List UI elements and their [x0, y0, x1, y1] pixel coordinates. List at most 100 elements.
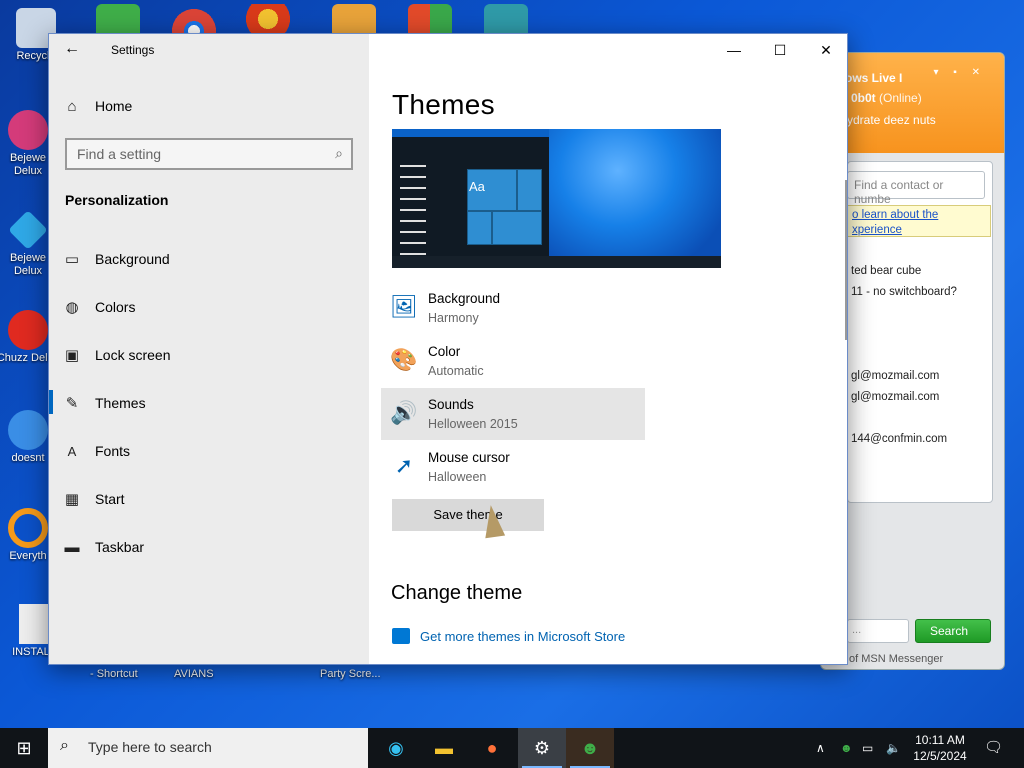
taskbar-app-edge[interactable]: ◉	[372, 728, 420, 768]
option-name: Sounds	[428, 397, 474, 412]
back-arrow-icon[interactable]: ←	[61, 38, 83, 60]
settings-window: ← Settings ⌂ Home Find a setting ⌕ Perso…	[48, 33, 848, 665]
msn-footer: of MSN Messenger	[849, 653, 944, 665]
taskbar-app-firefox[interactable]: ●	[468, 728, 516, 768]
store-link-label: Get more themes in Microsoft Store	[420, 628, 626, 644]
chuzzle-icon	[8, 310, 48, 350]
bejeweled-2-icon	[8, 110, 48, 150]
start-button[interactable]: ⊞	[0, 728, 48, 768]
desktop-label-shortcut[interactable]: - Shortcut	[90, 668, 138, 680]
option-name: Background	[428, 291, 501, 306]
save-theme-button[interactable]: Save theme	[392, 499, 544, 531]
theme-preview-image: Aa	[392, 129, 721, 268]
taskbar-search-box[interactable]: ⌕ Type here to search	[48, 728, 368, 768]
sidebar-item-label: Lock screen	[95, 347, 171, 363]
msn-find-contact-input[interactable]: Find a contact or numbe	[847, 171, 985, 206]
close-button[interactable]: ✕	[803, 38, 847, 62]
desktop-top-icon-folder[interactable]	[332, 4, 376, 34]
option-value: Halloween	[428, 470, 487, 484]
page-title: Themes	[392, 89, 495, 120]
settings-search-input[interactable]: Find a setting ⌕	[65, 138, 353, 170]
cursor-icon: ➚	[394, 453, 414, 478]
sidebar-item-fonts[interactable]: A Fonts	[49, 431, 369, 471]
clock-date: 12/5/2024	[913, 749, 967, 763]
msn-tip-link[interactable]: o learn about the xperience	[847, 205, 991, 237]
taskbar-icon: ▬	[64, 538, 80, 556]
speaker-icon: 🔊	[390, 400, 418, 425]
sidebar-item-taskbar[interactable]: ▬ Taskbar	[49, 527, 369, 567]
msn-contact-line[interactable]: ted bear cube	[851, 265, 921, 277]
msn-contact-line[interactable]: 144@confmin.com	[851, 433, 947, 445]
notification-icon[interactable]: 🗨	[984, 728, 1003, 768]
brush-icon: ✎	[65, 395, 79, 412]
desktop-top-icon-people[interactable]	[96, 4, 140, 34]
option-name: Mouse cursor	[428, 450, 510, 465]
option-value: Helloween 2015	[428, 417, 518, 431]
desktop-top-icon-chrome[interactable]	[172, 4, 216, 34]
clock-time: 10:11 AM	[915, 733, 965, 747]
preview-desktop	[549, 129, 721, 268]
picture-icon: 🖼	[390, 294, 418, 319]
sidebar-item-background[interactable]: ▭ Background	[49, 239, 369, 279]
sidebar-item-colors[interactable]: ◍ Colors	[49, 287, 369, 327]
sidebar-item-lock-screen[interactable]: ▣ Lock screen	[49, 335, 369, 375]
tray-messenger-icon[interactable]: ☻	[840, 728, 853, 768]
tray-overflow-icon[interactable]: ∧	[816, 728, 825, 768]
preview-tile	[467, 211, 492, 245]
msn-contact-line[interactable]: gl@mozmail.com	[851, 370, 939, 382]
lock-screen-icon: ▣	[64, 347, 80, 364]
theme-option-background[interactable]: 🖼 Background Harmony	[381, 282, 645, 334]
msn-header: ows Live I ▾ ▪ ✕ 0b0t (Online) ydrate de…	[821, 53, 1004, 153]
sidebar-item-label: Home	[95, 98, 133, 114]
msn-bottom-input[interactable]: ...	[847, 619, 909, 643]
maximize-button[interactable]: ☐	[757, 38, 803, 62]
sidebar-item-label: Fonts	[95, 443, 131, 459]
desktop-top-icon-app[interactable]	[246, 4, 290, 34]
desktop-label-party-screen[interactable]: Party Scre...	[320, 668, 381, 680]
option-name: Color	[428, 344, 461, 359]
picture-icon: ▭	[64, 251, 80, 268]
preview-taskbar	[392, 256, 721, 268]
desktop-label-avians[interactable]: AVIANS	[174, 668, 214, 680]
store-icon	[392, 628, 410, 644]
msn-window-controls[interactable]: ▾ ▪ ✕	[934, 67, 987, 78]
tray-network-icon[interactable]: ▭	[862, 728, 873, 768]
msn-title: ows Live I	[845, 71, 903, 85]
sidebar-item-label: Colors	[95, 299, 136, 315]
msn-personal-message[interactable]: ydrate deez nuts	[847, 113, 936, 127]
theme-option-mouse-cursor[interactable]: ➚ Mouse cursor Halloween	[381, 441, 645, 493]
msn-status[interactable]: (Online)	[879, 91, 922, 105]
msn-user[interactable]: 0b0t (Online)	[851, 91, 922, 105]
taskbar-app-settings[interactable]: ⚙	[518, 728, 566, 768]
palette-icon: ◍	[65, 299, 79, 316]
section-title: Personalization	[65, 192, 169, 208]
theme-option-color[interactable]: 🎨 Color Automatic	[381, 335, 645, 387]
msn-contact-line[interactable]: gl@mozmail.com	[851, 391, 939, 403]
taskbar-app-msn-messenger[interactable]: ☻	[566, 728, 614, 768]
theme-option-sounds[interactable]: 🔊 Sounds Helloween 2015	[381, 388, 645, 440]
sidebar-item-start[interactable]: ▦ Start	[49, 479, 369, 519]
settings-sidebar: ← Settings ⌂ Home Find a setting ⌕ Perso…	[49, 34, 369, 664]
taskbar-app-file-explorer[interactable]: ▬	[420, 728, 468, 768]
minimize-button[interactable]: —	[711, 38, 757, 62]
tray-volume-icon[interactable]: 🔈	[886, 728, 901, 768]
msn-contact-line[interactable]: 11 - no switchboard?	[851, 286, 957, 298]
taskbar-search-placeholder: Type here to search	[88, 739, 212, 755]
microsoft-store-link[interactable]: Get more themes in Microsoft Store	[392, 628, 625, 644]
fonts-icon: A	[67, 443, 77, 459]
sidebar-item-home[interactable]: ⌂ Home	[49, 86, 369, 126]
option-value: Harmony	[428, 311, 479, 325]
desktop-top-icon-office[interactable]	[408, 4, 452, 34]
scrollbar[interactable]	[845, 180, 847, 340]
msn-search-button[interactable]: Search	[915, 619, 991, 643]
doesnt-icon	[8, 410, 48, 450]
search-placeholder: Find a setting	[77, 146, 162, 162]
taskbar: ⊞ ⌕ Type here to search ◉ ▬ ● ⚙ ☻ ∧ ☻ ▭ …	[0, 728, 1024, 768]
start-icon: ▦	[64, 491, 80, 508]
sidebar-item-themes[interactable]: ✎ Themes	[49, 383, 369, 423]
taskbar-clock[interactable]: 10:11 AM 12/5/2024	[908, 732, 972, 764]
desktop-top-icon-character[interactable]	[484, 4, 528, 34]
preview-tile	[492, 211, 542, 245]
settings-content: — ☐ ✕ Themes Aa 🖼 Background Harmony 🎨 C…	[369, 34, 847, 664]
preview-text: Aa	[469, 179, 485, 194]
